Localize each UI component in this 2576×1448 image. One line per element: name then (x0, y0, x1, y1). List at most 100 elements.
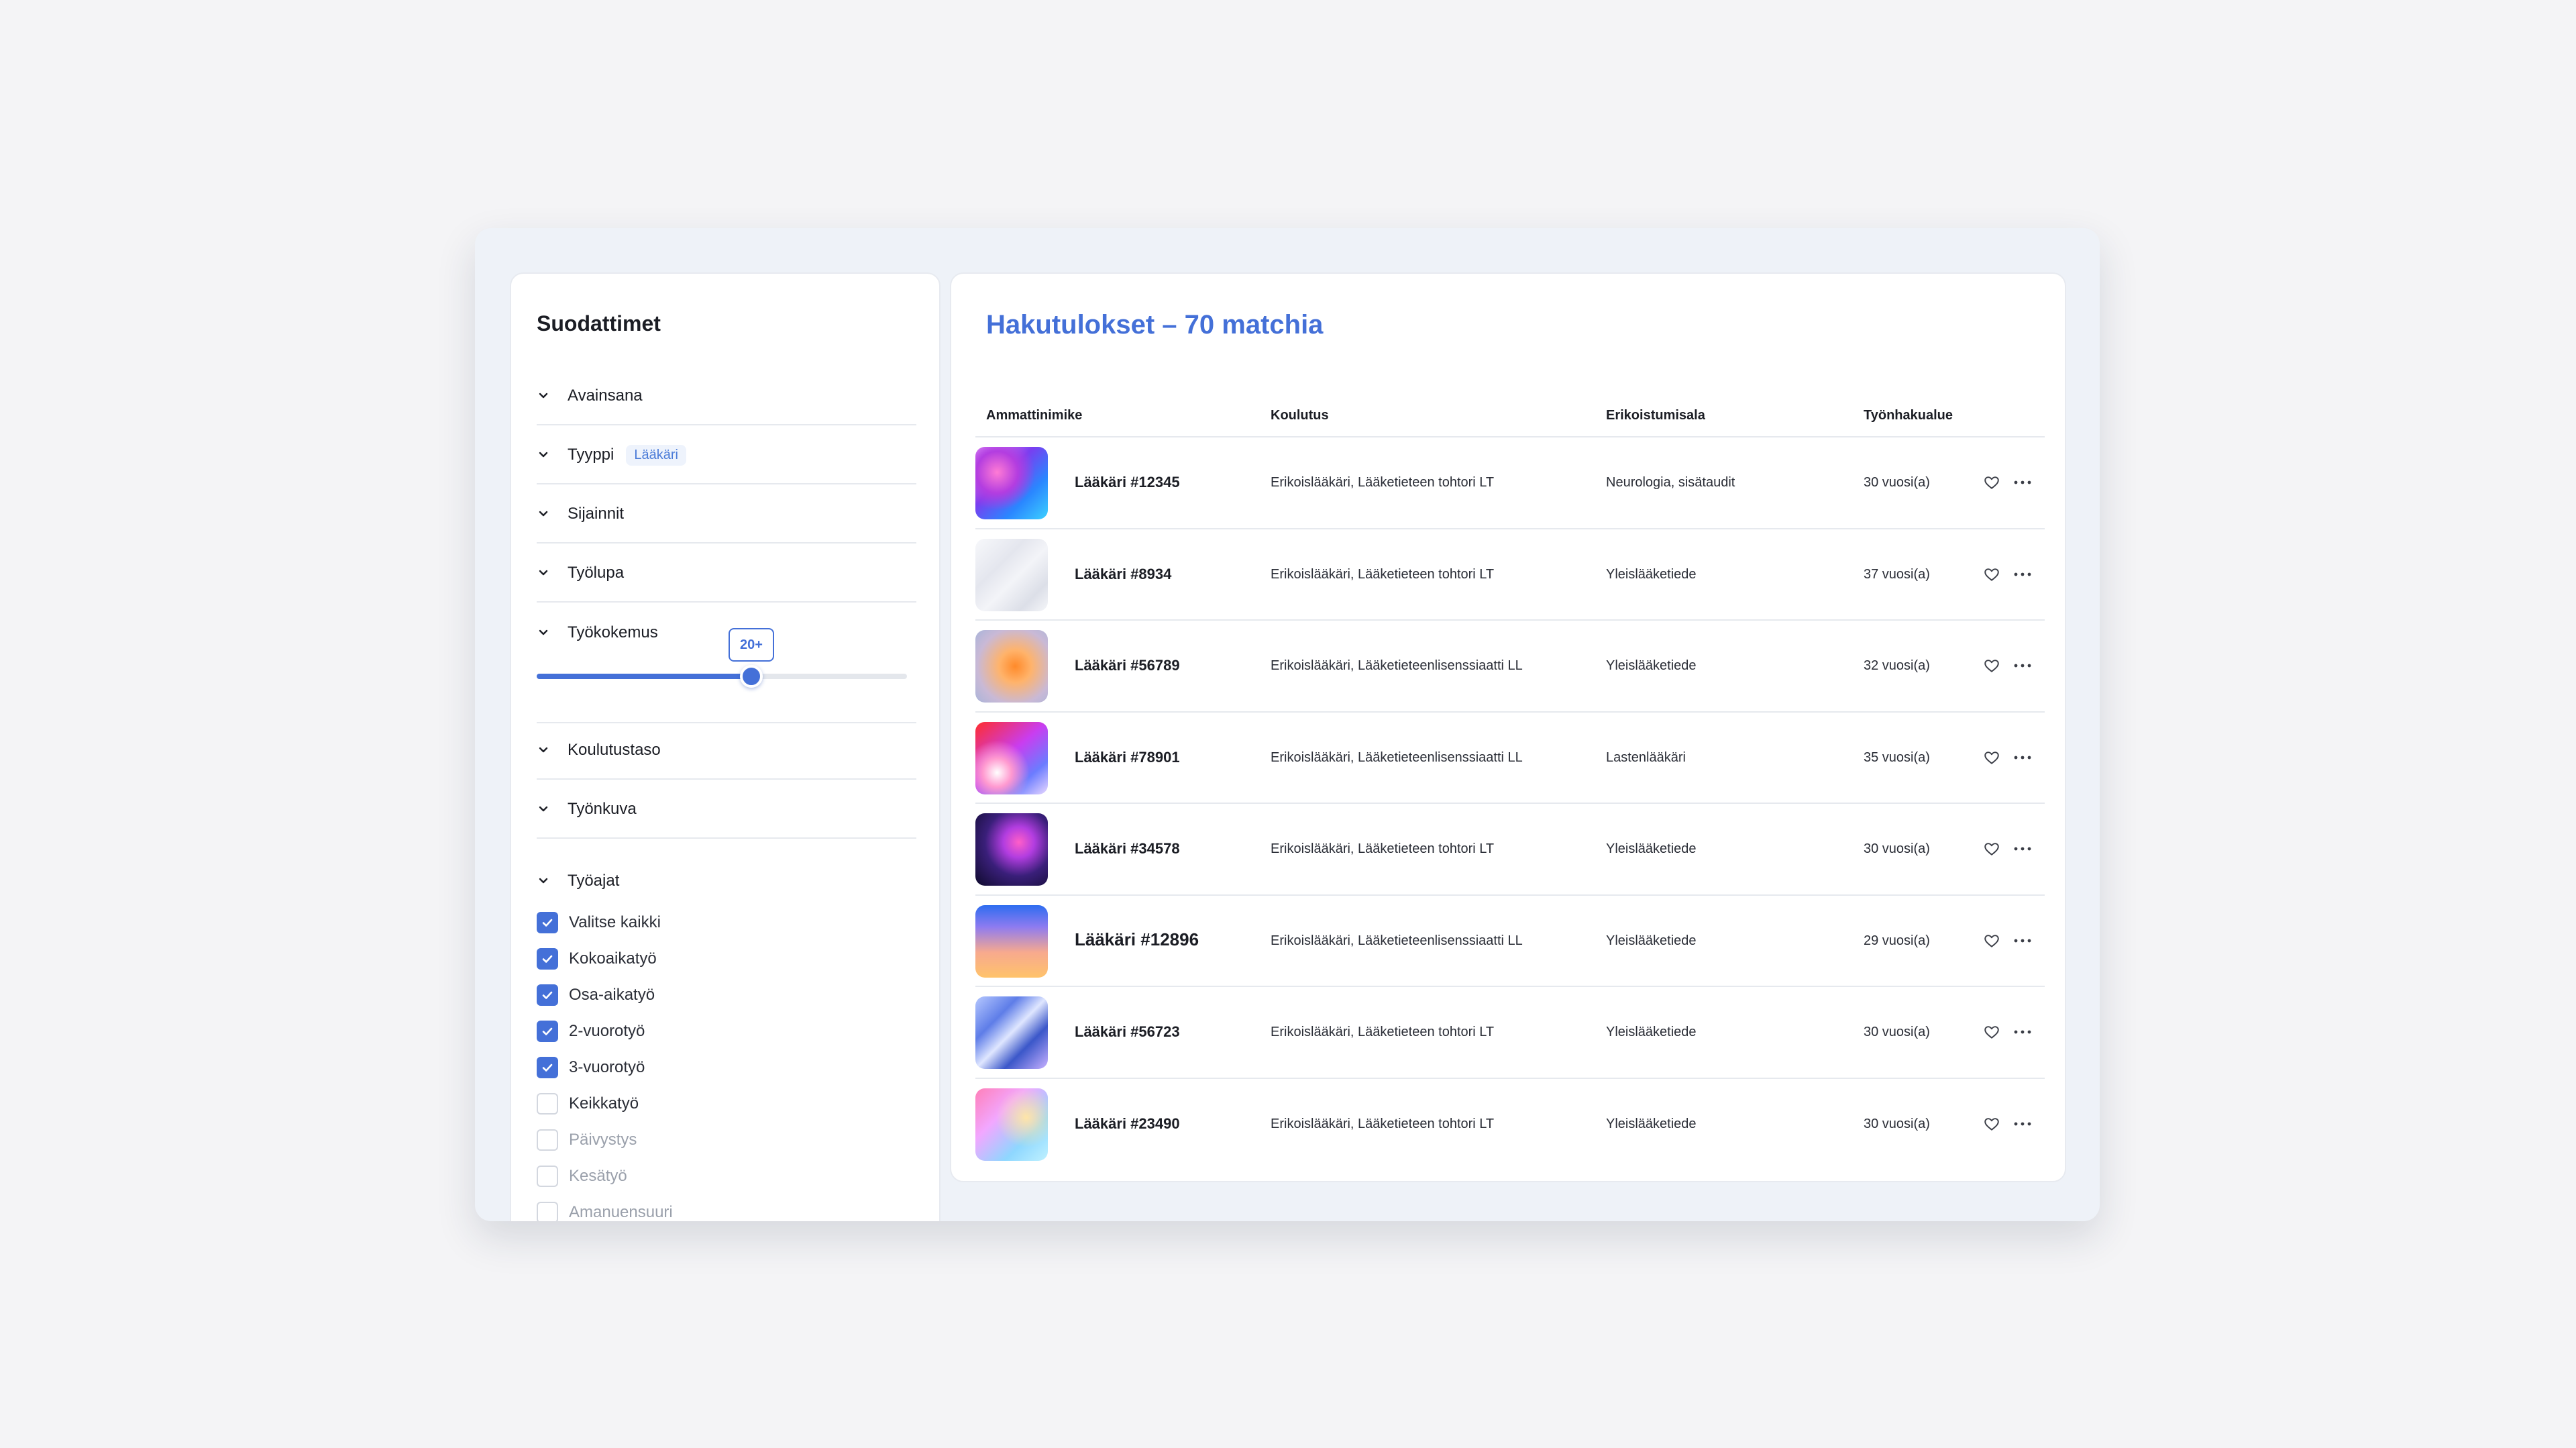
column-header-education[interactable]: Koulutus (1271, 408, 1329, 423)
checkbox[interactable] (537, 1093, 558, 1115)
checkbox-item[interactable]: Amanuensuuri (537, 1194, 912, 1221)
filter-job-description[interactable]: Työnkuva (537, 781, 916, 839)
candidate-title[interactable]: Lääkäri #56723 (1075, 1023, 1180, 1041)
specialty-cell: Yleislääketiede (1606, 841, 1697, 856)
checkbox[interactable] (537, 1129, 558, 1151)
filter-chip-type[interactable]: Lääkäri (626, 444, 686, 466)
checkbox-label: Kesätyö (569, 1167, 627, 1185)
check-icon (541, 1025, 554, 1038)
more-horizontal-icon[interactable] (2012, 933, 2033, 948)
filter-education-level[interactable]: Koulutustaso (537, 722, 916, 780)
chevron-down-icon (537, 874, 550, 888)
area-cell: 30 vuosi(a) (1864, 1025, 1930, 1039)
filter-label: Työlupa (568, 564, 625, 582)
checkbox-item[interactable]: Päivystys (537, 1122, 912, 1158)
checkbox[interactable] (537, 1166, 558, 1187)
table-row[interactable]: Lääkäri #8934 Erikoislääkäri, Lääketietee… (975, 529, 2045, 621)
checkbox-label: Keikkatyö (569, 1094, 639, 1113)
heart-icon[interactable] (1983, 1023, 2000, 1041)
heart-icon[interactable] (1983, 932, 2000, 949)
education-cell: Erikoislääkäri, Lääketieteen tohtori LT (1271, 841, 1495, 856)
checkbox-item[interactable]: 2-vuorotyö (537, 1013, 912, 1049)
table-row[interactable]: Lääkäri #78901 Erikoislääkäri, Lääketiete… (975, 713, 2045, 804)
checkbox[interactable] (537, 1202, 558, 1221)
heart-icon[interactable] (1983, 566, 2000, 583)
specialty-cell: Neurologia, sisätaudit (1606, 475, 1735, 490)
checkbox-item[interactable]: Valitse kaikki (537, 904, 912, 941)
work-times-options: Valitse kaikki Kokoaikatyö Osa-aikatyö 2-vu… (537, 904, 912, 1221)
more-horizontal-icon[interactable] (2012, 567, 2033, 582)
check-icon (541, 952, 554, 966)
heart-icon[interactable] (1983, 474, 2000, 491)
table-row[interactable]: Lääkäri #12345 Erikoislääkäri, Lääketiete… (975, 437, 2045, 529)
heart-icon[interactable] (1983, 1115, 2000, 1133)
results-title: Hakutulokset – 70 matchia (986, 310, 1324, 340)
specialty-cell: Yleislääketiede (1606, 1116, 1697, 1131)
more-horizontal-icon[interactable] (2012, 475, 2033, 490)
app-window: Suodattimet Avainsana Tyyppi Lääkäri Sijain… (475, 228, 2100, 1221)
filter-locations[interactable]: Sijainnit (537, 486, 916, 544)
candidate-title[interactable]: Lääkäri #78901 (1075, 749, 1180, 766)
checkbox-item[interactable]: Osa-aikatyö (537, 977, 912, 1013)
column-header-area[interactable]: Työnhakualue (1864, 408, 1953, 423)
education-cell: Erikoislääkäri, Lääketieteen tohtori LT (1271, 566, 1495, 582)
table-header: Ammattinimike Koulutus Erikoistumisala T… (975, 401, 2045, 437)
check-icon (541, 988, 554, 1002)
heart-icon[interactable] (1983, 657, 2000, 674)
checkbox-item[interactable]: Kokoaikatyö (537, 941, 912, 977)
checkbox[interactable] (537, 1021, 558, 1042)
candidate-title[interactable]: Lääkäri #12345 (1075, 474, 1180, 491)
table-row[interactable]: Lääkäri #34578 Erikoislääkäri, Lääketiete… (975, 804, 2045, 896)
results-panel: Hakutulokset – 70 matchia Ammattinimike … (950, 272, 2066, 1182)
area-cell: 30 vuosi(a) (1864, 1116, 1930, 1131)
filter-label: Koulutustaso (568, 741, 661, 759)
column-header-title[interactable]: Ammattinimike (986, 408, 1082, 423)
specialty-cell: Yleislääketiede (1606, 1025, 1697, 1039)
checkbox[interactable] (537, 912, 558, 933)
heart-icon[interactable] (1983, 840, 2000, 858)
area-cell: 30 vuosi(a) (1864, 475, 1930, 490)
chevron-down-icon (537, 566, 550, 580)
candidate-title[interactable]: Lääkäri #12896 (1075, 929, 1199, 950)
checkbox-label: 3-vuorotyö (569, 1058, 645, 1076)
more-horizontal-icon[interactable] (2012, 750, 2033, 765)
checkbox[interactable] (537, 1057, 558, 1078)
column-header-specialty[interactable]: Erikoistumisala (1606, 408, 1705, 423)
candidate-title[interactable]: Lääkäri #8934 (1075, 566, 1171, 583)
filter-work-permit[interactable]: Työlupa (537, 545, 916, 603)
checkbox-item[interactable]: Keikkatyö (537, 1086, 912, 1122)
slider-thumb[interactable] (740, 665, 763, 688)
checkbox[interactable] (537, 984, 558, 1006)
more-horizontal-icon[interactable] (2012, 1117, 2033, 1131)
checkbox-item[interactable]: Kesätyö (537, 1158, 912, 1194)
checkbox-item[interactable]: 3-vuorotyö (537, 1049, 912, 1086)
check-icon (541, 916, 554, 929)
candidate-title[interactable]: Lääkäri #56789 (1075, 657, 1180, 674)
slider-tooltip: 20+ (729, 628, 774, 662)
avatar (975, 813, 1048, 886)
filter-label: Työajat (568, 872, 620, 890)
checkbox-label: Päivystys (569, 1131, 637, 1149)
heart-icon[interactable] (1983, 749, 2000, 766)
experience-slider[interactable]: 20+ (537, 628, 916, 688)
table-row[interactable]: Lääkäri #56789 Erikoislääkäri, Lääketiete… (975, 621, 2045, 713)
filter-type[interactable]: Tyyppi Lääkäri (537, 427, 916, 484)
table-row[interactable]: Lääkäri #23490 Erikoislääkäri, Lääketiete… (975, 1079, 2045, 1171)
filter-label: Sijainnit (568, 505, 625, 523)
table-row[interactable]: Lääkäri #56723 Erikoislääkäri, Lääketiete… (975, 987, 2045, 1079)
table-row[interactable]: Lääkäri #12896 Erikoislääkäri, Lääketiete… (975, 896, 2045, 987)
checkbox[interactable] (537, 948, 558, 970)
candidate-title[interactable]: Lääkäri #34578 (1075, 840, 1180, 858)
more-horizontal-icon[interactable] (2012, 841, 2033, 856)
filter-keyword[interactable]: Avainsana (537, 368, 916, 425)
filter-work-times[interactable]: Työajat (537, 852, 916, 910)
specialty-cell: Yleislääketiede (1606, 658, 1697, 673)
check-icon (541, 1061, 554, 1074)
education-cell: Erikoislääkäri, Lääketieteen tohtori LT (1271, 1025, 1495, 1039)
candidate-title[interactable]: Lääkäri #23490 (1075, 1115, 1180, 1133)
area-cell: 35 vuosi(a) (1864, 749, 1930, 765)
more-horizontal-icon[interactable] (2012, 1025, 2033, 1039)
more-horizontal-icon[interactable] (2012, 658, 2033, 673)
avatar (975, 721, 1048, 794)
specialty-cell: Lastenlääkäri (1606, 749, 1686, 765)
